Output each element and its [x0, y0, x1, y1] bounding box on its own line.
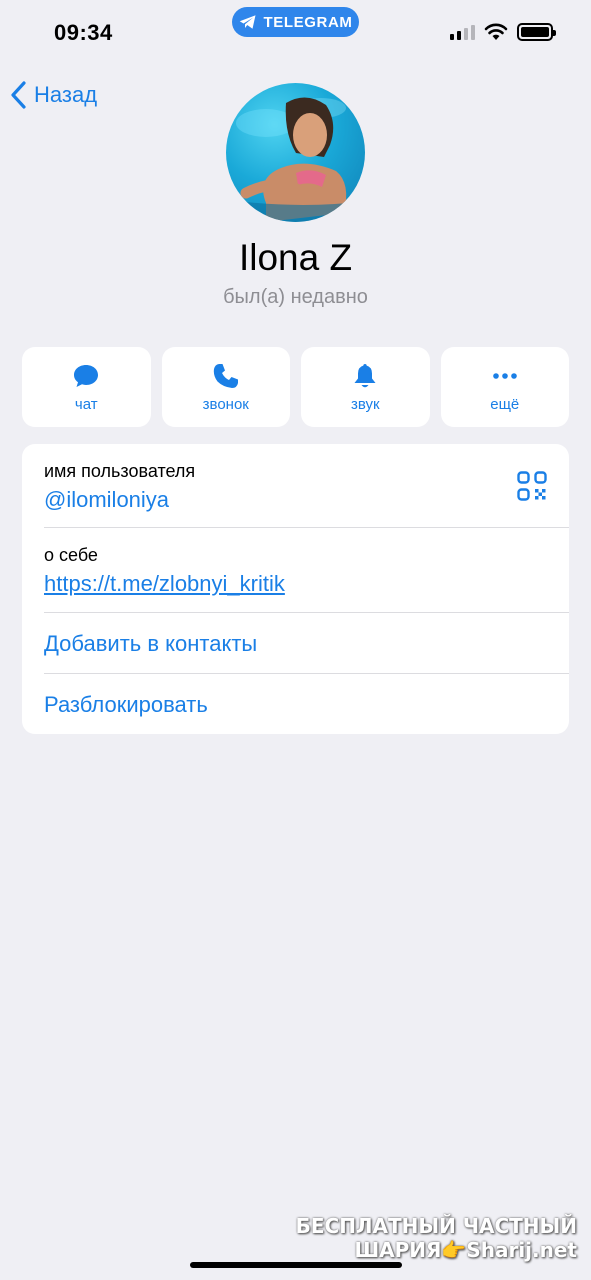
wifi-icon: [484, 23, 508, 40]
sound-button[interactable]: звук: [301, 347, 430, 427]
status-bar: 09:34 TELEGRAM: [0, 0, 591, 62]
unblock-button[interactable]: Разблокировать: [44, 692, 208, 718]
status-icons: [450, 23, 556, 41]
chat-label: чат: [74, 395, 98, 413]
watermark-line-2: ШАРИЯ👉Sharij.net: [354, 1238, 577, 1262]
telegram-pill-label: TELEGRAM: [263, 13, 353, 31]
avatar[interactable]: [226, 83, 365, 222]
call-button[interactable]: звонок: [161, 347, 290, 427]
chat-button[interactable]: чат: [22, 347, 151, 427]
more-dots-icon: [492, 372, 517, 379]
about-label: о себе: [44, 545, 98, 565]
call-label: звонок: [202, 395, 249, 413]
watermark-line-1: БЕСПЛАТНЫЙ ЧАСТНЫЙ: [295, 1214, 577, 1238]
phone-icon: [213, 363, 238, 388]
telegram-icon: [239, 15, 256, 29]
avatar-photo: [236, 97, 365, 222]
add-contact-row[interactable]: Добавить в контакты: [22, 613, 569, 673]
qr-code-icon[interactable]: [517, 471, 547, 501]
telegram-pill[interactable]: TELEGRAM: [232, 7, 359, 37]
about-link[interactable]: https://t.me/zlobnyi_kritik: [44, 571, 285, 597]
profile-name: Ilona Z: [238, 237, 353, 278]
home-indicator[interactable]: [190, 1262, 402, 1268]
status-time: 09:34: [54, 20, 113, 45]
more-button[interactable]: ещё: [440, 347, 569, 427]
watermark: БЕСПЛАТНЫЙ ЧАСТНЫЙ ШАРИЯ👉Sharij.net: [296, 1214, 577, 1262]
bell-icon: [354, 363, 376, 387]
unblock-row[interactable]: Разблокировать: [22, 674, 569, 734]
username-label: имя пользователя: [44, 461, 196, 481]
username-value[interactable]: @ilomiloniya: [44, 487, 169, 513]
sound-label: звук: [350, 395, 380, 413]
action-buttons: чат звонок звук ещё: [22, 347, 569, 427]
about-row[interactable]: о себе https://t.me/zlobnyi_kritik: [22, 528, 569, 612]
info-card: имя пользователя @ilomiloniya о себе htt…: [22, 444, 569, 734]
more-label: ещё: [490, 395, 520, 413]
back-button[interactable]: Назад: [10, 80, 97, 110]
battery-icon: [517, 23, 556, 41]
username-row[interactable]: имя пользователя @ilomiloniya: [22, 444, 569, 528]
chevron-left-icon: [11, 81, 26, 109]
cellular-signal-icon: [450, 24, 475, 40]
chat-bubble-icon: [74, 364, 99, 387]
profile-status: был(а) недавно: [223, 286, 368, 308]
back-label: Назад: [34, 82, 98, 107]
add-contact-button[interactable]: Добавить в контакты: [44, 631, 257, 657]
